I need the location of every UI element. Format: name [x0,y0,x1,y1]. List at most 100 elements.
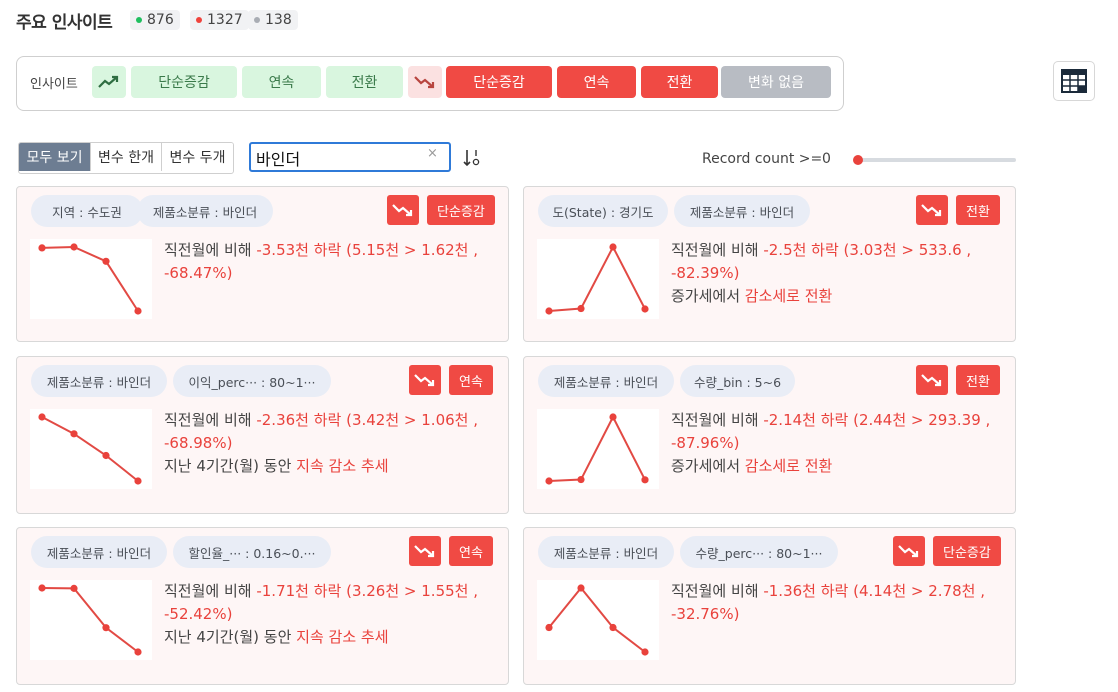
record-count-slider-track[interactable] [858,158,1016,162]
sparkline-point [38,584,46,592]
tab-all[interactable]: 모두 보기 [19,143,91,171]
tab-single-variable[interactable]: 변수 한개 [91,143,162,171]
card-tag: 제품소분류 : 바인더 [538,536,674,568]
insight-card[interactable]: 제품소분류 : 바인더 할인율_··· : 0.16~0.··· 연속 직전월에… [16,527,509,685]
change-detail: (4.14천 > 2.78천 , [848,582,985,600]
count-badge-positive: 876 [130,10,180,30]
tab-two-variables[interactable]: 변수 두개 [162,143,233,171]
change-percent: -68.98%) [164,434,233,452]
filter-up-reversal[interactable]: 전환 [326,66,403,98]
desc-text: 직전월에 비해 [164,411,257,429]
change-detail: (2.44천 > 293.39 , [848,411,991,429]
change-percent: -32.76%) [671,605,740,623]
search-box [249,142,451,172]
insight-description: 직전월에 비해 -2.36천 하락 (3.42천 > 1.06천 , -68.9… [164,409,494,478]
sparkline-point [38,244,46,252]
change-detail: (5.15천 > 1.62천 , [341,241,478,259]
view-tabs: 모두 보기 변수 한개 변수 두개 [18,142,234,174]
insight-card[interactable]: 제품소분류 : 바인더 수량_bin : 5~6 전환 직전월에 비해 -2.1… [523,356,1016,514]
sparkline-chart [30,580,152,660]
sparkline-line [548,244,646,312]
count-value: 1327 [207,12,243,28]
filter-up-continuous[interactable]: 연속 [242,66,321,98]
sort-numeric-icon[interactable] [463,148,481,172]
insight-card[interactable]: 제품소분류 : 바인더 수량_perc··· : 80~1··· 단순증감 직전… [523,527,1016,685]
sparkline-point [545,477,553,485]
trend-down-icon [409,536,441,566]
filter-no-change[interactable]: 변화 없음 [721,66,831,98]
sparkline-line [41,587,139,653]
change-percent: -52.42%) [164,605,233,623]
insight-description: 직전월에 비해 -2.5천 하락 (3.03천 > 533.6 , -82.39… [671,239,1001,308]
table-view-button[interactable] [1053,61,1095,101]
filter-up-simple[interactable]: 단순증감 [131,66,237,98]
change-percent: -68.47%) [164,264,233,282]
card-tag: 제품소분류 : 바인더 [31,365,167,397]
insight-card[interactable]: 도(State) : 경기도 제품소분류 : 바인더 전환 직전월에 비해 -2… [523,186,1016,342]
change-detail: (3.03천 > 533.6 , [838,241,972,259]
sparkline-point [577,304,585,313]
desc-text: 직전월에 비해 [164,582,257,600]
sparkline-point [134,477,142,485]
trend-down-icon [916,195,948,225]
sparkline-point [102,451,110,460]
sparkline-point [70,430,78,438]
trend-down-icon [893,536,925,566]
change-value: -1.36천 하락 [763,582,849,600]
card-tag: 제품소분류 : 바인더 [137,195,273,227]
insight-card[interactable]: 지역 : 수도권 제품소분류 : 바인더 단순증감 직전월에 비해 -3.53천… [16,186,509,342]
sparkline-point [102,624,110,632]
insight-description: 직전월에 비해 -3.53천 하락 (5.15천 > 1.62천 , -68.4… [164,239,494,285]
trend-summary: 감소세로 전환 [744,287,833,305]
card-tag: 할인율_··· : 0.16~0.··· [173,536,331,568]
card-tag: 제품소분류 : 바인더 [31,536,167,568]
record-count-slider-handle[interactable] [853,155,863,165]
change-percent: -82.39%) [671,264,740,282]
trend-summary: 지속 감소 추세 [296,457,389,475]
sparkline-point [102,257,110,265]
desc-text: 직전월에 비해 [164,241,257,259]
gray-dot-icon [254,17,260,23]
sparkline-point [641,648,649,656]
insight-type-badge: 연속 [449,365,493,395]
search-input[interactable] [254,145,418,171]
desc-text: 지난 4기간(월) 동안 [164,457,297,475]
change-percent: -87.96%) [671,434,740,452]
desc-text: 직전월에 비해 [671,241,764,259]
insight-description: 직전월에 비해 -1.36천 하락 (4.14천 > 2.78천 , -32.7… [671,580,1001,626]
filter-down-continuous[interactable]: 연속 [557,66,636,98]
desc-text: 증가세에서 [671,457,745,475]
filter-down-reversal[interactable]: 전환 [641,66,718,98]
change-detail: (3.42천 > 1.06천 , [341,411,478,429]
card-tag: 수량_perc··· : 80~1··· [680,536,838,568]
sparkline-point [609,413,617,421]
clear-search-icon[interactable]: × [427,146,438,161]
desc-text: 지난 4기간(월) 동안 [164,628,297,646]
sparkline-point [641,305,649,313]
sparkline-line [41,245,139,312]
record-count-label: Record count >= [702,151,823,167]
trend-down-icon [409,365,441,395]
count-value: 138 [265,12,292,28]
trend-down-icon [387,195,419,225]
card-tag: 수량_bin : 5~6 [680,365,795,397]
insight-description: 직전월에 비해 -2.14천 하락 (2.44천 > 293.39 , -87.… [671,409,1001,478]
count-badge-neutral: 138 [248,10,298,30]
change-value: -3.53천 하락 [256,241,342,259]
insight-type-badge: 전환 [956,365,1000,395]
filter-down-simple[interactable]: 단순증감 [446,66,552,98]
insight-card[interactable]: 제품소분류 : 바인더 이익_perc··· : 80~1··· 연속 직전월에… [16,356,509,514]
trend-down-icon[interactable] [408,66,442,98]
trend-up-icon[interactable] [92,66,126,98]
sparkline-point [134,307,142,315]
insight-type-badge: 단순증감 [933,536,1001,566]
sparkline-line [548,586,646,653]
card-tag: 이익_perc··· : 80~1··· [173,365,331,397]
sparkline-point [545,623,553,632]
sparkline-point [70,243,78,251]
insight-type-badge: 단순증감 [427,195,495,225]
insight-description: 직전월에 비해 -1.71천 하락 (3.26천 > 1.55천 , -52.4… [164,580,494,649]
trend-down-icon [916,365,948,395]
change-value: -1.71천 하락 [256,582,342,600]
card-tag: 도(State) : 경기도 [538,195,668,227]
